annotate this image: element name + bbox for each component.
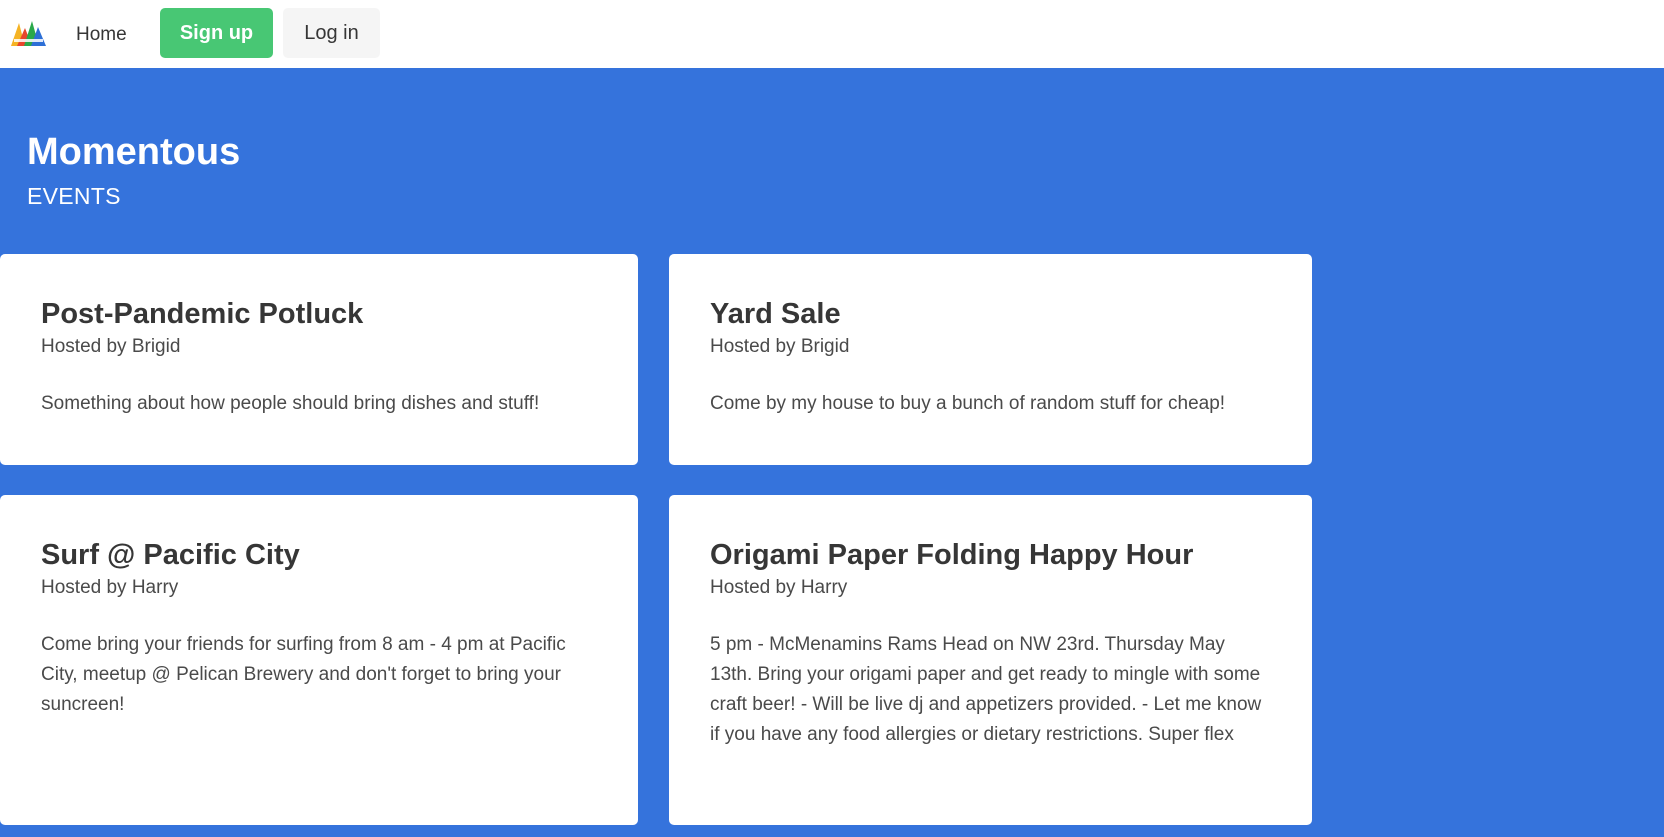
event-title[interactable]: Origami Paper Folding Happy Hour [710,539,1193,572]
event-host: Hosted by Harry [41,577,179,598]
nav-home-link[interactable]: Home [76,19,127,51]
momentous-logo-icon[interactable] [11,19,46,46]
event-title[interactable]: Yard Sale [710,298,841,331]
event-title[interactable]: Post-Pandemic Potluck [41,298,363,331]
page-title: Momentous [27,131,241,173]
event-description: Come by my house to buy a bunch of rando… [710,393,1226,414]
event-card[interactable]: Yard Sale Hosted by Brigid Come by my ho… [669,254,1312,465]
page-subtitle: EVENTS [27,183,121,209]
signup-button[interactable]: Sign up [160,8,273,58]
event-title[interactable]: Surf @ Pacific City [41,539,300,572]
event-description: Come bring your friends for surfing from… [41,634,566,715]
event-card[interactable]: Surf @ Pacific City Hosted by Harry Come… [0,495,638,825]
top-navbar: Home Sign up Log in [0,0,1664,68]
event-host: Hosted by Harry [710,577,848,598]
event-host: Hosted by Brigid [41,336,181,357]
event-description: Something about how people should bring … [41,393,540,414]
event-description: 5 pm - McMenamins Rams Head on NW 23rd. … [710,634,1262,745]
event-card[interactable]: Post-Pandemic Potluck Hosted by Brigid S… [0,254,638,465]
event-host: Hosted by Brigid [710,336,850,357]
login-button[interactable]: Log in [283,8,380,58]
event-card[interactable]: Origami Paper Folding Happy Hour Hosted … [669,495,1312,825]
